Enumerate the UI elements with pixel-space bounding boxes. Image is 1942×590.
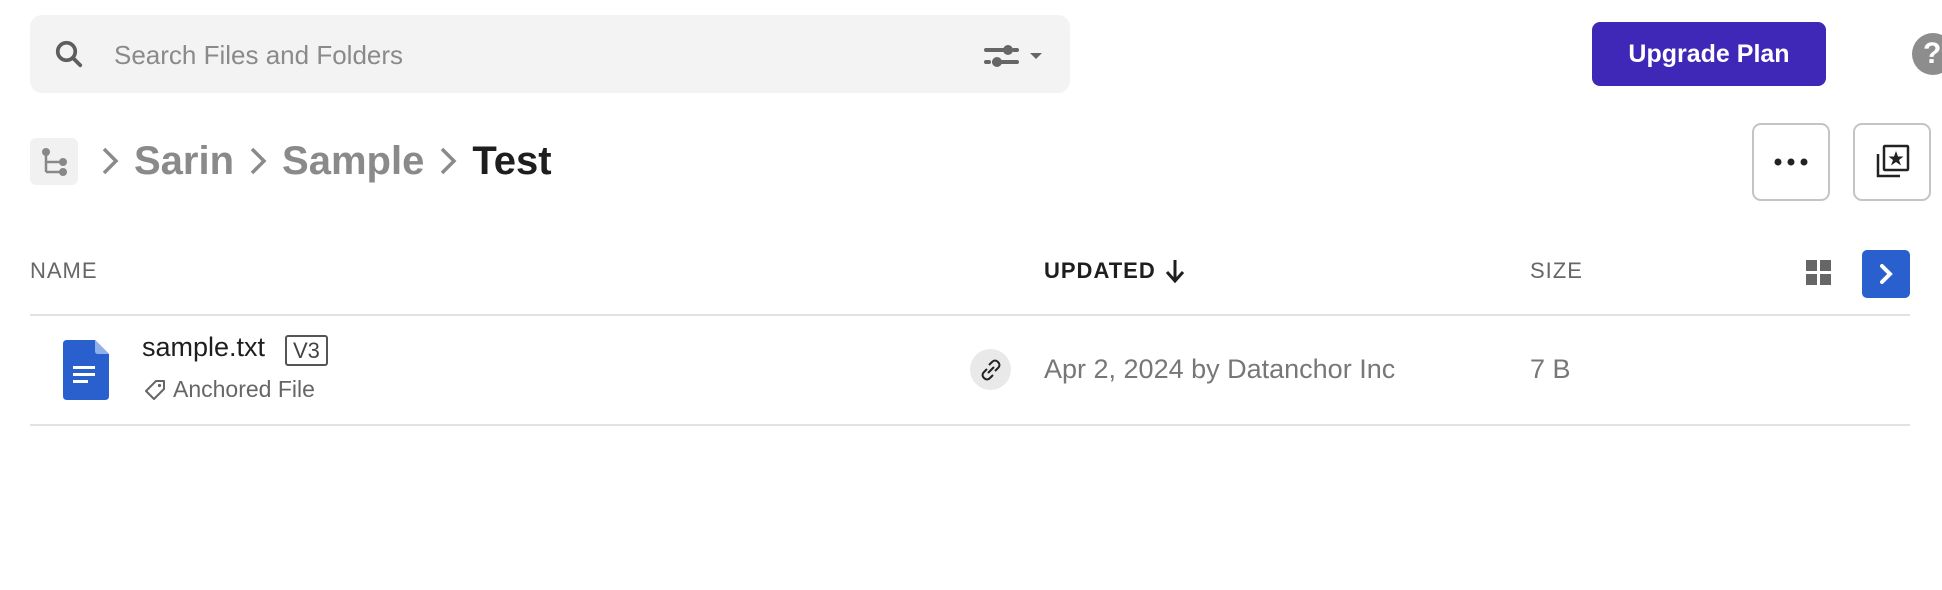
column-header-name[interactable]: NAME <box>30 258 98 284</box>
search-input[interactable] <box>112 35 916 75</box>
header-divider <box>30 314 1910 316</box>
tag-icon <box>145 379 165 400</box>
sliders-icon <box>984 45 1042 67</box>
chevron-right-icon <box>102 147 119 175</box>
breadcrumb-item-test: Test <box>472 138 552 183</box>
chevron-right-icon <box>250 147 267 175</box>
chevron-right-icon <box>441 147 457 175</box>
favorites-collection-button[interactable] <box>1853 123 1931 201</box>
file-tag-label: Anchored File <box>173 376 315 402</box>
file-name-link[interactable]: sample.txt <box>142 332 265 363</box>
link-icon <box>981 359 1000 380</box>
breadcrumb-item-sarin[interactable]: Sarin <box>134 139 234 184</box>
column-header-size[interactable]: SIZE <box>1530 258 1583 284</box>
breadcrumb: Sarin Sample Test <box>86 136 552 186</box>
more-horizontal-icon <box>1774 158 1808 166</box>
grid-view-icon <box>1806 260 1831 285</box>
copy-link-button[interactable] <box>970 349 1011 390</box>
size-cell: 7 B <box>1530 354 1571 384</box>
updated-cell: Apr 2, 2024 by Datanchor Inc <box>1044 354 1396 384</box>
folder-tree-icon <box>42 148 67 176</box>
search-bar[interactable] <box>30 15 1070 93</box>
upgrade-plan-button[interactable]: Upgrade Plan <box>1592 22 1826 86</box>
document-icon <box>63 340 109 400</box>
search-icon <box>55 40 83 68</box>
chevron-right-icon <box>1880 264 1893 284</box>
caret-down-icon <box>1030 53 1042 59</box>
breadcrumb-item-sample[interactable]: Sample <box>282 139 424 184</box>
details-panel-toggle-button[interactable] <box>1862 250 1910 298</box>
arrow-down-icon <box>1165 260 1184 284</box>
help-icon[interactable]: ? <box>1912 33 1942 75</box>
file-tag: Anchored File <box>143 376 315 403</box>
search-filter-button[interactable] <box>984 41 1050 69</box>
star-collection-icon <box>1876 144 1910 178</box>
grid-view-toggle[interactable] <box>1806 260 1831 285</box>
column-header-updated[interactable]: UPDATED <box>1044 258 1186 284</box>
version-badge[interactable]: V3 <box>285 335 328 366</box>
breadcrumb-root-button[interactable] <box>30 138 78 185</box>
more-options-button[interactable] <box>1752 123 1830 201</box>
row-divider <box>30 424 1910 426</box>
column-header-updated-label: UPDATED <box>1044 258 1156 283</box>
